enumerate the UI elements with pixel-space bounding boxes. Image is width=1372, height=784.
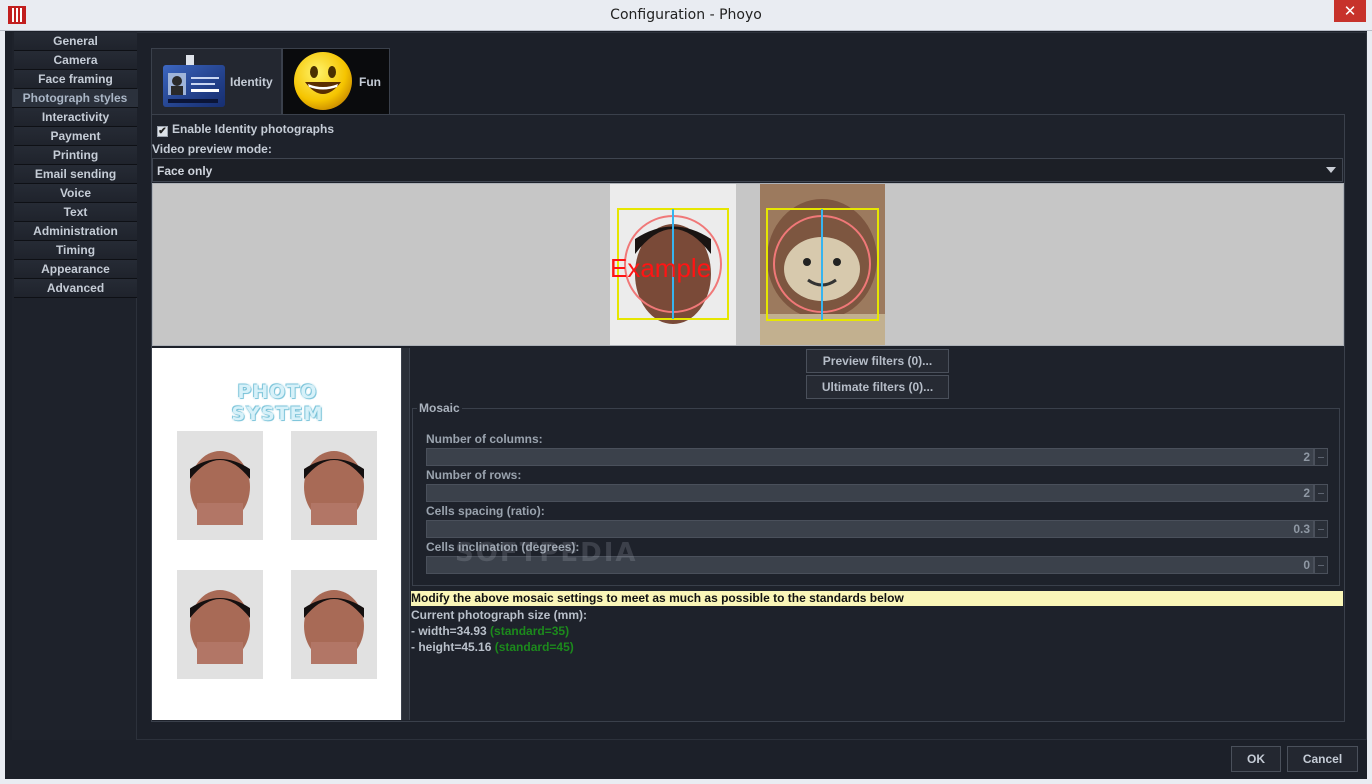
close-button[interactable]: ✕	[1334, 0, 1366, 22]
height-info: - height=45.16 (standard=45)	[411, 640, 574, 654]
sidebar-item-printing[interactable]: Printing	[14, 146, 137, 165]
pet-face-preview	[760, 184, 885, 345]
width-value: - width=34.93	[411, 624, 487, 638]
ok-button[interactable]: OK	[1231, 746, 1281, 772]
tab-identity-label: Identity	[230, 75, 273, 89]
example-text: Example	[610, 253, 711, 283]
video-preview-mode-select[interactable]: Face only	[152, 158, 1343, 182]
mosaic-thumb	[291, 431, 377, 540]
face-preview-area	[152, 183, 1344, 346]
sidebar-item-email-sending[interactable]: Email sending	[14, 165, 137, 184]
enable-identity-checkbox[interactable]: ✔	[157, 126, 168, 137]
spacing-spinner[interactable]: 0.3	[426, 520, 1314, 538]
enable-identity-label: Enable Identity photographs	[172, 122, 335, 136]
mosaic-legend: Mosaic	[417, 401, 462, 415]
mosaic-thumb	[177, 570, 263, 679]
columns-stepper[interactable]	[1314, 448, 1328, 466]
sidebar-item-advanced[interactable]: Advanced	[14, 279, 137, 298]
spacing-stepper[interactable]	[1314, 520, 1328, 538]
sidebar-item-voice[interactable]: Voice	[14, 184, 137, 203]
preview-filters-button[interactable]: Preview filters (0)...	[806, 349, 949, 373]
columns-label: Number of columns:	[426, 432, 543, 446]
sidebar-item-face-framing[interactable]: Face framing	[14, 70, 137, 89]
photo-system-logo: PHOTO SYSTEM	[231, 381, 324, 425]
tab-fun-label: Fun	[359, 75, 381, 89]
sidebar-item-general[interactable]: General	[14, 32, 137, 51]
sidebar: General Camera Face framing Photograph s…	[12, 32, 138, 740]
enable-identity-row[interactable]: ✔ Enable Identity photographs	[157, 122, 334, 137]
inclination-stepper[interactable]	[1314, 556, 1328, 574]
tab-identity[interactable]: Identity	[151, 48, 282, 114]
sidebar-item-payment[interactable]: Payment	[14, 127, 137, 146]
sidebar-item-interactivity[interactable]: Interactivity	[14, 108, 137, 127]
rows-stepper[interactable]	[1314, 484, 1328, 502]
pet-face-image	[760, 184, 885, 345]
sidebar-item-administration[interactable]: Administration	[14, 222, 137, 241]
example-face-image: Example	[610, 208, 729, 324]
video-preview-mode-label: Video preview mode:	[152, 142, 272, 156]
softpedia-watermark: SOFTPEDIA	[455, 538, 638, 568]
video-preview-mode-value: Face only	[157, 164, 213, 178]
title-bar: Configuration - Phoyo ✕	[0, 0, 1372, 31]
cancel-button[interactable]: Cancel	[1287, 746, 1358, 772]
sidebar-item-text[interactable]: Text	[14, 203, 137, 222]
width-standard: (standard=35)	[490, 624, 570, 638]
sidebar-item-timing[interactable]: Timing	[14, 241, 137, 260]
columns-spinner[interactable]: 2	[426, 448, 1314, 466]
ultimate-filters-button[interactable]: Ultimate filters (0)...	[806, 375, 949, 399]
spacing-label: Cells spacing (ratio):	[426, 504, 545, 518]
mosaic-thumb	[291, 570, 377, 679]
rows-label: Number of rows:	[426, 468, 522, 482]
split-divider[interactable]	[401, 348, 410, 720]
sidebar-item-camera[interactable]: Camera	[14, 51, 137, 70]
dropdown-arrow-icon	[1326, 167, 1336, 173]
example-face-preview: Example	[610, 184, 736, 345]
window-title: Configuration - Phoyo	[610, 7, 762, 23]
tab-fun[interactable]: Fun	[282, 48, 390, 114]
smiley-icon	[294, 52, 352, 110]
size-heading: Current photograph size (mm):	[411, 608, 587, 622]
mosaic-thumb	[177, 431, 263, 540]
mosaic-notice: Modify the above mosaic settings to meet…	[411, 591, 1343, 606]
sidebar-item-appearance[interactable]: Appearance	[14, 260, 137, 279]
rows-spinner[interactable]: 2	[426, 484, 1314, 502]
height-value: - height=45.16	[411, 640, 492, 654]
width-info: - width=34.93 (standard=35)	[411, 624, 569, 638]
sidebar-item-photograph-styles[interactable]: Photograph styles	[12, 89, 138, 108]
height-standard: (standard=45)	[494, 640, 574, 654]
id-card-icon	[163, 55, 225, 107]
